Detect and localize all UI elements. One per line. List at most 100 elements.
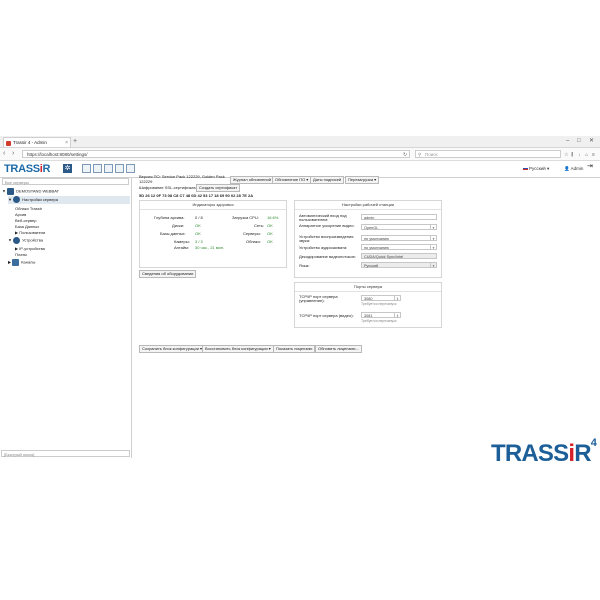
settings-gear-icon[interactable]: ✲ — [63, 164, 72, 173]
layout-9-icon[interactable] — [115, 164, 124, 173]
workplace-label: Аппаратное ускорение видео: — [299, 223, 355, 228]
user-icon: 👤 — [564, 166, 570, 171]
decoding-select[interactable]: CUDA/Quick Sync/Intel — [361, 253, 437, 259]
logo-text-a: TRASS — [491, 440, 569, 467]
show-license-button[interactable]: Показать лицензию — [273, 345, 316, 353]
workplace-label: Автоматический вход под пользователем: — [299, 213, 347, 222]
health-panel-title: Индикаторы здоровья — [140, 201, 286, 210]
health-value: 0 / 8 — [195, 215, 203, 220]
layout-4-icon[interactable] — [93, 164, 102, 173]
chevron-down-icon: ▾ — [430, 245, 436, 250]
logo-text-c: R — [42, 163, 51, 175]
close-window-icon[interactable]: ✕ — [589, 136, 594, 146]
logout-icon[interactable]: ⇥ — [587, 163, 593, 171]
home-icon[interactable]: ⌂ — [585, 150, 588, 160]
select-value: Русский — [364, 264, 379, 268]
update-license-button[interactable]: Обновить лицензию... — [315, 345, 362, 353]
save-config-button[interactable]: Сохранить блок конфигурации ▾ — [139, 345, 206, 353]
health-panel: Индикаторы здоровья Глубина архива: 0 / … — [139, 200, 287, 268]
language-select[interactable]: Русский ▾ — [361, 262, 437, 268]
chevron-down-icon: ▾ — [430, 225, 436, 230]
sidebar-item-label: Каналы — [21, 259, 36, 265]
health-label: Загрузка CPU: — [232, 215, 259, 220]
layout-16-icon[interactable] — [126, 164, 135, 173]
search-placeholder: Поиск — [425, 152, 438, 157]
ports-panel-title: Порты сервера — [295, 283, 441, 292]
select-value: OpenGL — [364, 226, 379, 230]
create-certificate-button[interactable]: Создать сертификат — [196, 184, 241, 192]
control-port-input[interactable]: 3080 ⇕ — [361, 295, 401, 301]
browser-tab[interactable]: Trassir 4 - Admin × — [3, 137, 71, 147]
sidebar-item-channels[interactable]: ▶ Каналы — [8, 259, 35, 266]
hw-acceleration-select[interactable]: OpenGL ▾ — [361, 224, 437, 230]
devices-icon — [13, 237, 21, 244]
video-port-input[interactable]: 3081 ⇕ — [361, 312, 401, 318]
stepper-icon[interactable]: ⇕ — [394, 313, 400, 318]
maximize-icon[interactable]: □ — [577, 136, 581, 146]
hardware-info-button[interactable]: Сведения об оборудовании — [139, 270, 197, 278]
update-log-button[interactable]: Журнал обновлений — [230, 176, 274, 184]
channels-icon — [12, 259, 20, 266]
sidebar-item-server-settings[interactable]: ▼ Настройки сервера — [8, 196, 130, 204]
reboot-button[interactable]: Перезагрузка ▾ — [345, 176, 380, 184]
health-value: OK — [267, 231, 273, 236]
quick-search-input[interactable]: [Быстрый поиск] — [1, 450, 130, 457]
select-value: CUDA/Quick Sync/Intel — [364, 255, 404, 259]
workplace-label: Декодирование видеопотоков: — [299, 254, 356, 259]
signature-dates-button[interactable]: Даты подписей — [310, 176, 345, 184]
sidebar-item-boards[interactable]: Платы — [15, 252, 27, 258]
version-line-2: 122229 — [139, 179, 153, 184]
settings-content: Версия ПО: Service Pack 122229, Golden P… — [136, 174, 600, 465]
server-filter-input[interactable]: Все серверы — [2, 178, 129, 185]
download-icon[interactable]: ↓ — [578, 150, 581, 160]
logo-text-a: TRASS — [4, 163, 40, 175]
select-value: по умолчанию — [364, 246, 390, 250]
layout-6-icon[interactable] — [104, 164, 113, 173]
select-value: admin — [364, 216, 375, 220]
bookmark-star-icon[interactable]: ☆ — [564, 150, 568, 160]
port-label: TCP/IP порт сервера (видео): — [299, 313, 354, 318]
sidebar-item-label: Устройства — [22, 237, 44, 243]
select-value: по умолчанию — [364, 237, 390, 241]
user-menu[interactable]: 👤 Admin — [564, 165, 583, 173]
tab-title: Trassir 4 - Admin — [13, 140, 47, 145]
library-icon[interactable]: ⫼ — [571, 150, 573, 160]
menu-icon[interactable]: ≡ — [592, 150, 595, 160]
sidebar-item-label: Настройки сервера — [22, 197, 59, 202]
restart-hint: Требуется перезапуск — [361, 319, 397, 323]
health-label: Камеры: — [174, 239, 190, 244]
forward-icon[interactable]: › — [12, 149, 14, 159]
url-field[interactable]: https://localhost:8080/settings/ — [22, 150, 410, 158]
new-tab-button[interactable]: + — [73, 136, 77, 147]
minimize-icon[interactable]: – — [566, 136, 569, 146]
sidebar-item-users[interactable]: ▶ Пользователи — [15, 230, 45, 236]
search-input[interactable]: ⚲ Поиск — [415, 150, 561, 158]
user-name: Admin — [570, 166, 584, 171]
back-icon[interactable]: ‹ — [3, 149, 5, 159]
health-label: Сеть: — [254, 223, 265, 228]
sidebar-item-devices[interactable]: ▼ Устройства — [8, 237, 43, 244]
health-value: 16.6% — [267, 215, 279, 220]
audio-capture-select[interactable]: по умолчанию ▾ — [361, 244, 437, 250]
audio-output-select[interactable]: по умолчанию ▾ — [361, 235, 437, 241]
address-toolbar: ‹ › https://localhost:8080/settings/ ↻ ⚲… — [0, 148, 600, 161]
restore-config-button[interactable]: Восстановить блок конфигурации ▾ — [202, 345, 274, 353]
health-label: Диски: — [172, 223, 185, 228]
port-label: TCP/IP порт сервера (управление): — [299, 294, 338, 303]
reload-icon[interactable]: ↻ — [403, 150, 407, 160]
language-selector[interactable]: Русский ▾ — [523, 165, 549, 173]
health-label: Аптайм: — [174, 245, 189, 250]
auto-login-select[interactable]: admin — [361, 214, 437, 220]
stepper-icon[interactable]: ⇕ — [394, 296, 400, 301]
ssl-label: Шифрование SSL-сертификата — [139, 185, 198, 190]
sidebar-item-label: DEMOSTAND WEBBAT — [16, 188, 60, 194]
favicon-icon — [6, 140, 11, 146]
close-tab-icon[interactable]: × — [65, 138, 68, 147]
sidebar-item-server[interactable]: ▼ DEMOSTAND WEBBAT — [2, 188, 59, 195]
browser-window: Trassir 4 - Admin × + – □ ✕ ‹ › https://… — [0, 136, 600, 465]
software-update-button[interactable]: Обновление ПО ▾ — [272, 176, 312, 184]
certificate-hash: 5D 26 12 0F 73 08 C8 C7 48 0D 42 53 17 1… — [139, 193, 254, 198]
port-value: 3080 — [364, 297, 373, 301]
workplace-label: Язык: — [299, 263, 310, 268]
layout-1-icon[interactable] — [82, 164, 91, 173]
